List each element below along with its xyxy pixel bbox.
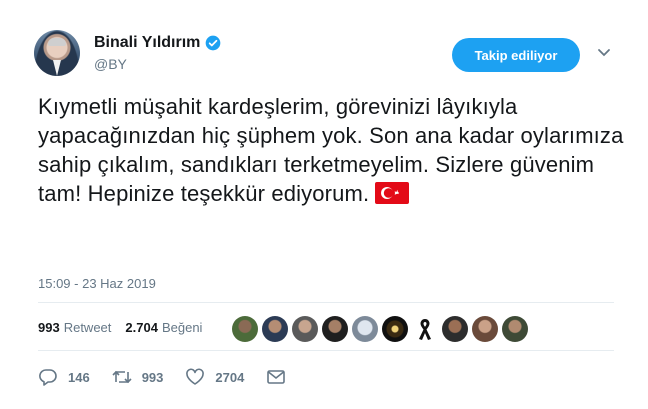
verified-icon [206,35,221,51]
like-button[interactable]: 2704 [185,368,244,386]
following-button[interactable]: Takip ediliyor [452,38,580,72]
heart-icon [186,368,205,385]
avatar[interactable] [34,30,80,76]
retweet-stat-label: Retweet [63,320,112,335]
liker-avatar[interactable] [382,316,408,342]
like-stat[interactable]: 2.704 Beğeni [125,320,202,335]
liker-avatar[interactable] [262,316,288,342]
retweet-count: 993 [141,369,164,385]
tweet-header: Binali Yıldırım @BY Takip ediliyor [34,30,624,80]
divider [38,350,614,351]
tweet-body: Kıymetli müşahit kardeşlerim, görevinizi… [38,94,624,206]
liker-avatar[interactable] [322,316,348,342]
turkish-flag-icon [375,182,410,204]
liker-avatar[interactable] [442,316,468,342]
mail-icon [267,370,286,384]
liker-avatar[interactable] [292,316,318,342]
tweet-actions: 146 993 2704 [38,368,318,386]
reply-icon [39,369,57,386]
retweet-stat[interactable]: 993 Retweet [38,320,111,335]
reply-button[interactable]: 146 [38,368,90,386]
display-name[interactable]: Binali Yıldırım [94,34,200,52]
avatar-hair [48,38,66,46]
author-info[interactable]: Binali Yıldırım @BY [94,34,221,72]
liker-avatar[interactable] [352,316,378,342]
retweet-button[interactable]: 993 [112,368,164,386]
reply-count: 146 [68,369,90,385]
divider [38,302,614,303]
avatar-shirt [53,60,61,76]
like-count: 2704 [215,369,245,385]
black-ribbon-icon[interactable] [412,316,438,342]
tweet-text: Kıymetli müşahit kardeşlerim, görevinizi… [38,92,628,208]
like-stat-count: 2.704 [125,320,158,335]
liker-avatar[interactable] [502,316,528,342]
like-stat-label: Beğeni [161,320,203,335]
engagement-stats: 993 Retweet 2.704 Beğeni [38,320,216,335]
handle: @BY [94,56,127,72]
name-row: Binali Yıldırım [94,34,221,52]
retweet-stat-count: 993 [38,320,60,335]
retweet-icon [112,370,132,384]
liker-avatar[interactable] [232,316,258,342]
direct-message-button[interactable] [266,368,296,386]
tweet-timestamp[interactable]: 15:09 - 23 Haz 2019 [38,276,156,291]
liker-avatar[interactable] [472,316,498,342]
liker-avatars [232,316,532,342]
caret-down-icon[interactable] [597,48,611,58]
